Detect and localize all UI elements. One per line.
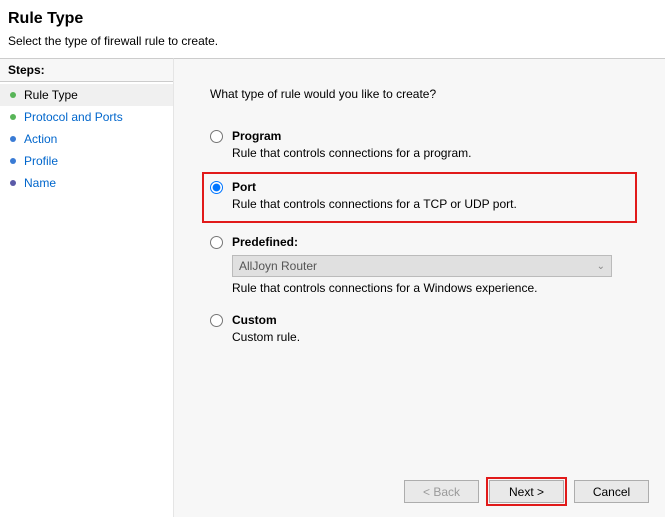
step-name[interactable]: Name: [0, 172, 173, 194]
wizard-header: Rule Type Select the type of firewall ru…: [0, 0, 665, 54]
bullet-icon: [10, 180, 16, 186]
steps-heading: Steps:: [0, 59, 173, 82]
option-predefined-label: Predefined:: [232, 235, 637, 249]
page-title: Rule Type: [8, 10, 657, 28]
option-program-desc: Rule that controls connections for a pro…: [232, 146, 637, 160]
step-label: Name: [24, 176, 56, 190]
bullet-icon: [10, 92, 16, 98]
option-custom-label: Custom: [232, 313, 637, 327]
bullet-icon: [10, 158, 16, 164]
option-port-label: Port: [232, 180, 629, 194]
option-predefined[interactable]: Predefined: AllJoyn Router ⌄ Rule that c…: [210, 235, 637, 295]
option-custom-desc: Custom rule.: [232, 330, 637, 344]
chevron-down-icon: ⌄: [597, 261, 605, 272]
option-port[interactable]: Port Rule that controls connections for …: [210, 180, 629, 211]
back-button: < Back: [404, 480, 479, 503]
option-port-desc: Rule that controls connections for a TCP…: [232, 197, 629, 211]
option-program[interactable]: Program Rule that controls connections f…: [210, 129, 637, 160]
radio-custom[interactable]: [210, 314, 223, 327]
main-panel: What type of rule would you like to crea…: [174, 58, 665, 517]
step-label: Profile: [24, 154, 58, 168]
step-label: Action: [24, 132, 57, 146]
radio-predefined[interactable]: [210, 236, 223, 249]
radio-program[interactable]: [210, 130, 223, 143]
cancel-button[interactable]: Cancel: [574, 480, 649, 503]
option-predefined-desc: Rule that controls connections for a Win…: [232, 281, 637, 295]
step-label: Rule Type: [24, 88, 78, 102]
rule-type-question: What type of rule would you like to crea…: [210, 87, 637, 101]
bullet-icon: [10, 136, 16, 142]
step-profile[interactable]: Profile: [0, 150, 173, 172]
wizard-buttons: < Back Next > Cancel: [404, 480, 649, 503]
page-subtitle: Select the type of firewall rule to crea…: [8, 34, 657, 48]
predefined-select: AllJoyn Router ⌄: [232, 255, 612, 277]
bullet-icon: [10, 114, 16, 120]
step-rule-type[interactable]: Rule Type: [0, 84, 173, 106]
option-program-label: Program: [232, 129, 637, 143]
highlight-port-option: Port Rule that controls connections for …: [202, 172, 637, 223]
steps-sidebar: Steps: Rule Type Protocol and Ports Acti…: [0, 58, 174, 517]
option-custom[interactable]: Custom Custom rule.: [210, 313, 637, 344]
predefined-selected-value: AllJoyn Router: [239, 259, 317, 273]
step-protocol-and-ports[interactable]: Protocol and Ports: [0, 106, 173, 128]
next-button[interactable]: Next >: [489, 480, 564, 503]
radio-port[interactable]: [210, 181, 223, 194]
step-label: Protocol and Ports: [24, 110, 123, 124]
step-action[interactable]: Action: [0, 128, 173, 150]
